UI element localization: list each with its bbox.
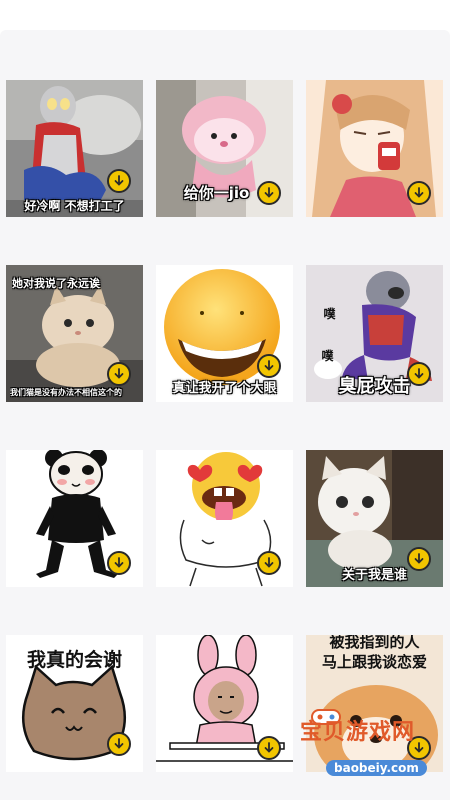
download-icon (114, 368, 124, 379)
download-button[interactable] (257, 181, 281, 205)
sticker-caption: 好冷啊 不想打工了 (24, 199, 125, 213)
download-button[interactable] (107, 362, 131, 386)
watermark-url: baobeiy.com (326, 760, 427, 776)
sticker-tile[interactable] (156, 450, 293, 587)
sticker-side-text: 噗 (321, 349, 334, 363)
download-button[interactable] (257, 551, 281, 575)
download-button[interactable] (407, 362, 431, 386)
download-icon (264, 742, 274, 753)
sticker-caption: 真让我开了个大眼 (172, 381, 277, 396)
download-button[interactable] (107, 551, 131, 575)
download-button[interactable] (407, 181, 431, 205)
download-icon (414, 187, 424, 198)
download-button[interactable] (107, 169, 131, 193)
watermark-name: 宝贝游戏网 (300, 720, 416, 745)
download-button[interactable] (107, 732, 131, 756)
download-icon (264, 557, 274, 568)
sticker-caption: 被我指到的人 (329, 635, 420, 651)
sticker-tile[interactable]: 关于我是谁 (306, 450, 443, 587)
sticker-caption: 她对我说了永远诶 (12, 277, 100, 290)
sticker-side-text: 噗 (323, 307, 336, 321)
sticker-caption: 我真的会谢 (26, 649, 122, 671)
download-icon (114, 738, 124, 749)
download-button[interactable] (407, 547, 431, 571)
sticker-tile[interactable]: 真让我开了个大眼 (156, 265, 293, 402)
sticker-tile[interactable]: 我真的会谢 (6, 635, 143, 772)
sticker-tile[interactable]: 她对我说了永远诶 我们猫是没有办法不相信这个的 (6, 265, 143, 402)
site-watermark: 宝贝游戏网 baobeiy.com (282, 706, 432, 782)
download-icon (414, 553, 424, 564)
download-icon (114, 175, 124, 186)
download-button[interactable] (257, 354, 281, 378)
page: 好冷啊 不想打工了 给你一jio 她对我说了永远诶 我们猫是没有办法不相信这个的… (0, 0, 450, 800)
download-icon (264, 360, 274, 371)
download-icon (114, 557, 124, 568)
download-icon (414, 368, 424, 379)
download-button[interactable] (257, 736, 281, 760)
download-icon (264, 187, 274, 198)
sticker-tile[interactable]: 给你一jio (156, 80, 293, 217)
sticker-tile[interactable]: 好冷啊 不想打工了 (6, 80, 143, 217)
sticker-tile[interactable]: 噗 噗 臭屁攻击 (306, 265, 443, 402)
sticker-tile[interactable] (156, 635, 293, 772)
sticker-tile[interactable] (6, 450, 143, 587)
sticker-subcaption: 马上跟我谈恋爱 (321, 653, 427, 671)
sticker-subcaption: 我们猫是没有办法不相信这个的 (10, 388, 122, 397)
sticker-tile[interactable] (306, 80, 443, 217)
